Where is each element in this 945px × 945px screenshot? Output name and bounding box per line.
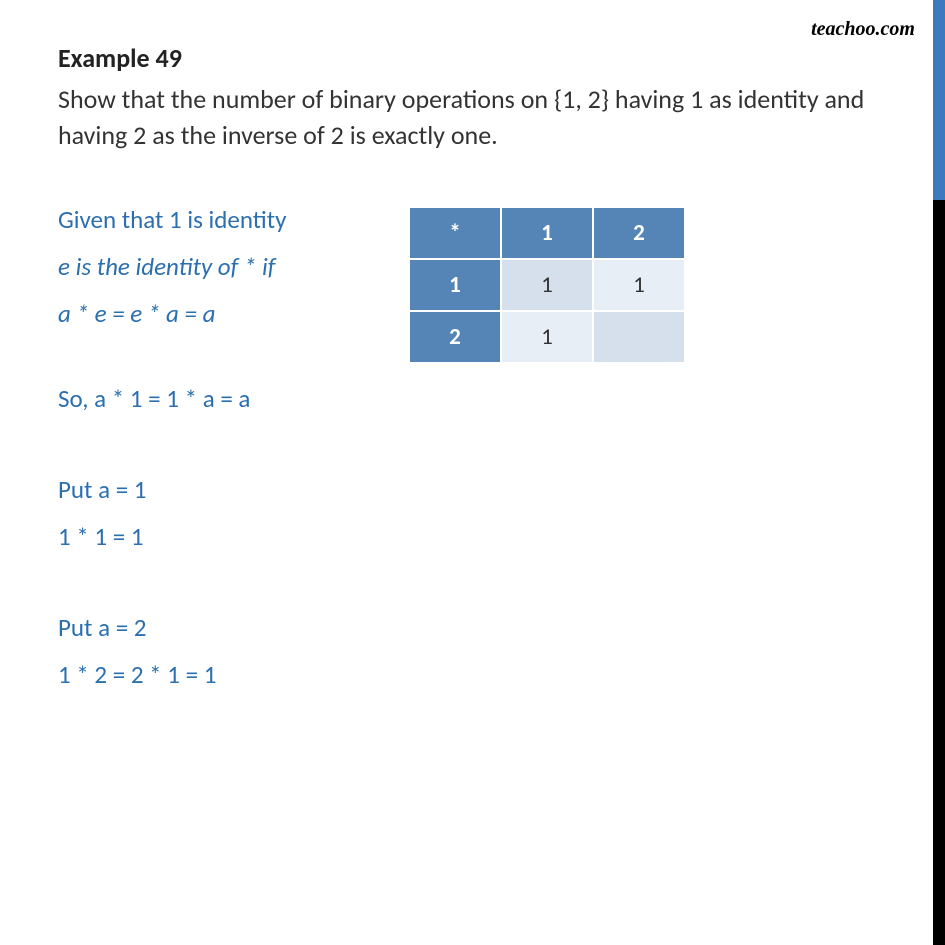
table-header-op: * [409, 207, 501, 259]
table-header-2: 2 [593, 207, 685, 259]
content-row: Given that 1 is identity e is the identi… [58, 202, 895, 472]
table-cell-2-1: 1 [501, 311, 593, 363]
table-row: 2 1 [409, 311, 685, 363]
table-header-1: 1 [501, 207, 593, 259]
line-res-a1: 1 * 1 = 1 [58, 519, 895, 554]
table-cell-2-2 [593, 311, 685, 363]
table-cell-1-2: 1 [593, 259, 685, 311]
line-definition: e is the identity of * if [58, 249, 388, 284]
line-so: So, a * 1 = 1 * a = a [58, 381, 388, 416]
line-given: Given that 1 is identity [58, 202, 388, 237]
line-eq1: a * e = e * a = a [58, 296, 388, 331]
page-content: Example 49 Show that the number of binar… [0, 0, 945, 692]
right-accent-bar-black [933, 200, 945, 945]
right-accent-bar-blue [933, 0, 945, 200]
table-row-header-1: 1 [409, 259, 501, 311]
right-column: * 1 2 1 1 1 2 1 [388, 202, 686, 364]
table-row-header-2: 2 [409, 311, 501, 363]
line-res-a2: 1 * 2 = 2 * 1 = 1 [58, 657, 895, 692]
example-title-text: Example 49 [58, 42, 182, 74]
line-put-a2: Put a = 2 [58, 610, 895, 645]
table-row: 1 1 1 [409, 259, 685, 311]
left-column: Given that 1 is identity e is the identi… [58, 202, 388, 472]
operation-table: * 1 2 1 1 1 2 1 [408, 206, 686, 364]
example-title: Example 49 [58, 42, 895, 74]
problem-statement: Show that the number of binary operation… [58, 82, 895, 154]
watermark: teachoo.com [811, 18, 915, 41]
right-accent-bar [933, 0, 945, 945]
table-header-row: * 1 2 [409, 207, 685, 259]
line-put-a1: Put a = 1 [58, 472, 895, 507]
table-cell-1-1: 1 [501, 259, 593, 311]
